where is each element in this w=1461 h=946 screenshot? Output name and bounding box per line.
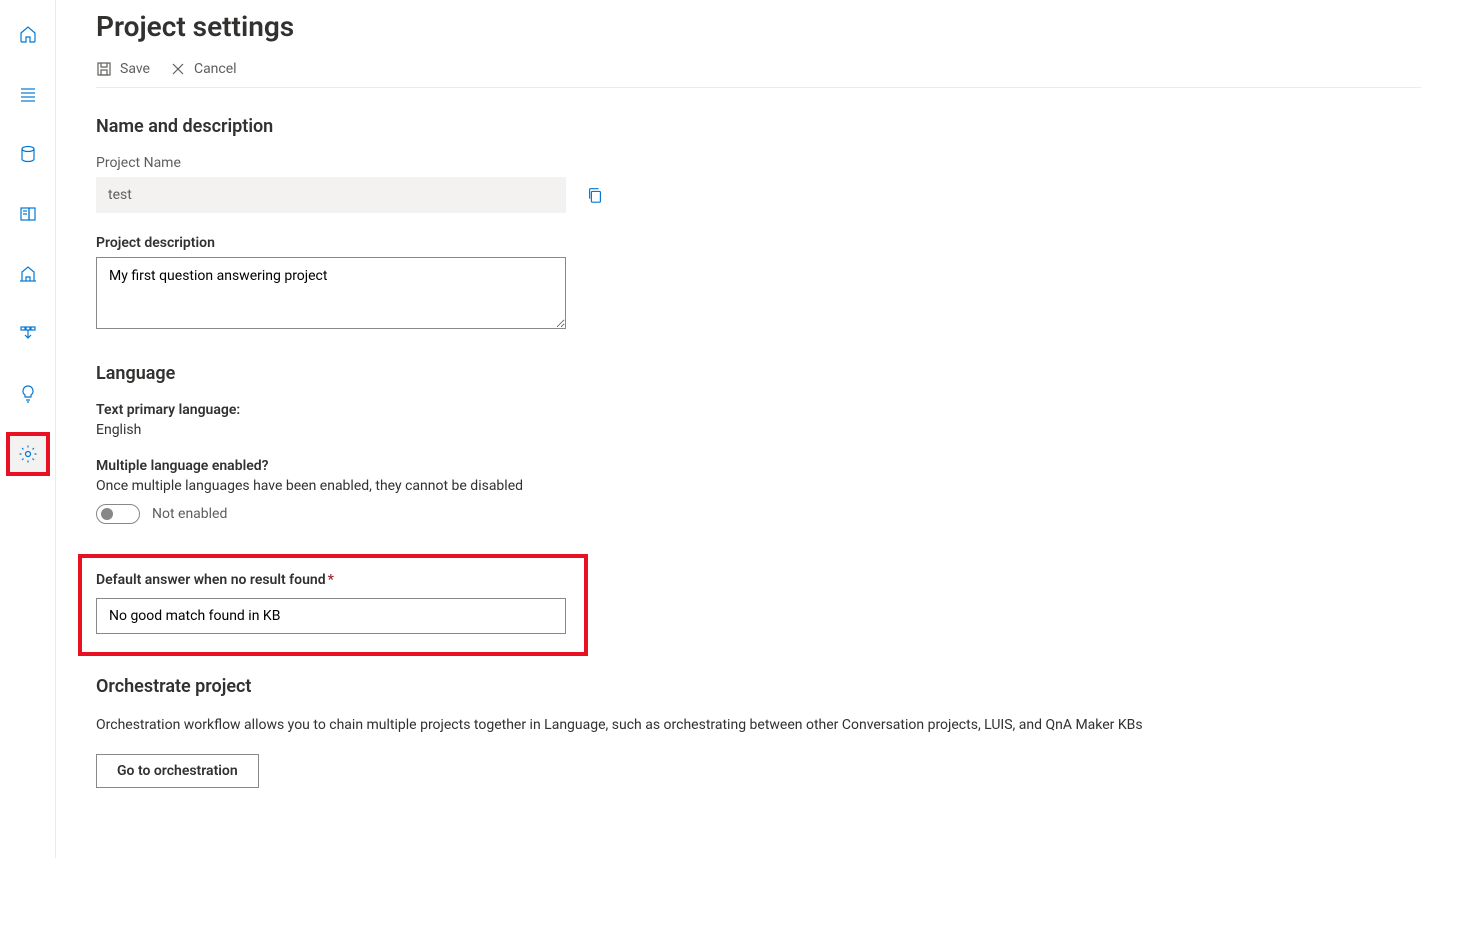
save-icon — [96, 61, 112, 77]
nav-home[interactable] — [8, 14, 48, 54]
nav-database[interactable] — [8, 134, 48, 174]
toolbar: Save Cancel — [96, 61, 1421, 88]
main-content: Project settings Save Cancel Name and de… — [56, 0, 1461, 858]
section-language: Language Text primary language: English … — [96, 363, 1421, 524]
cancel-label: Cancel — [194, 61, 237, 77]
toggle-knob — [101, 508, 113, 520]
nav-deploy[interactable] — [8, 254, 48, 294]
list-icon — [18, 84, 38, 104]
section-name-desc: Name and description Project Name Projec… — [96, 116, 1421, 333]
kb-icon — [18, 204, 38, 224]
cancel-button[interactable]: Cancel — [170, 61, 237, 77]
flow-icon — [18, 324, 38, 344]
save-label: Save — [120, 61, 150, 77]
home-icon — [18, 24, 38, 44]
section-orchestrate: Orchestrate project Orchestration workfl… — [96, 676, 1421, 788]
default-answer-highlight: Default answer when no result found* — [78, 554, 588, 656]
gear-icon — [18, 444, 38, 464]
primary-language-value: English — [96, 422, 1421, 438]
default-answer-label: Default answer when no result found* — [96, 572, 570, 588]
section-title-language: Language — [96, 363, 1421, 384]
section-title-name-desc: Name and description — [96, 116, 1421, 137]
sidebar — [0, 0, 56, 858]
project-desc-textarea[interactable]: My first question answering project — [96, 257, 566, 329]
multi-language-hint: Once multiple languages have been enable… — [96, 478, 1421, 494]
required-asterisk: * — [328, 572, 334, 588]
save-button[interactable]: Save — [96, 61, 150, 77]
orchestrate-desc: Orchestration workflow allows you to cha… — [96, 715, 1421, 736]
project-desc-label: Project description — [96, 235, 1421, 251]
copy-project-name-button[interactable] — [586, 186, 604, 204]
database-icon — [18, 144, 38, 164]
project-name-input[interactable] — [96, 177, 566, 213]
section-title-orchestrate: Orchestrate project — [96, 676, 1421, 697]
close-icon — [170, 61, 186, 77]
multi-language-toggle[interactable] — [96, 504, 140, 524]
primary-language-label: Text primary language: — [96, 402, 1421, 418]
go-to-orchestration-button[interactable]: Go to orchestration — [96, 754, 259, 788]
nav-kb[interactable] — [8, 194, 48, 234]
page-title: Project settings — [96, 10, 1421, 43]
multi-language-label: Multiple language enabled? — [96, 458, 1421, 474]
nav-suggestions[interactable] — [8, 374, 48, 414]
nav-settings[interactable] — [8, 434, 48, 474]
lightbulb-icon — [18, 384, 38, 404]
nav-flow[interactable] — [8, 314, 48, 354]
building-icon — [18, 264, 38, 284]
toggle-label: Not enabled — [152, 506, 227, 522]
nav-list[interactable] — [8, 74, 48, 114]
copy-icon — [586, 186, 604, 204]
default-answer-input[interactable] — [96, 598, 566, 634]
project-name-label: Project Name — [96, 155, 1421, 171]
